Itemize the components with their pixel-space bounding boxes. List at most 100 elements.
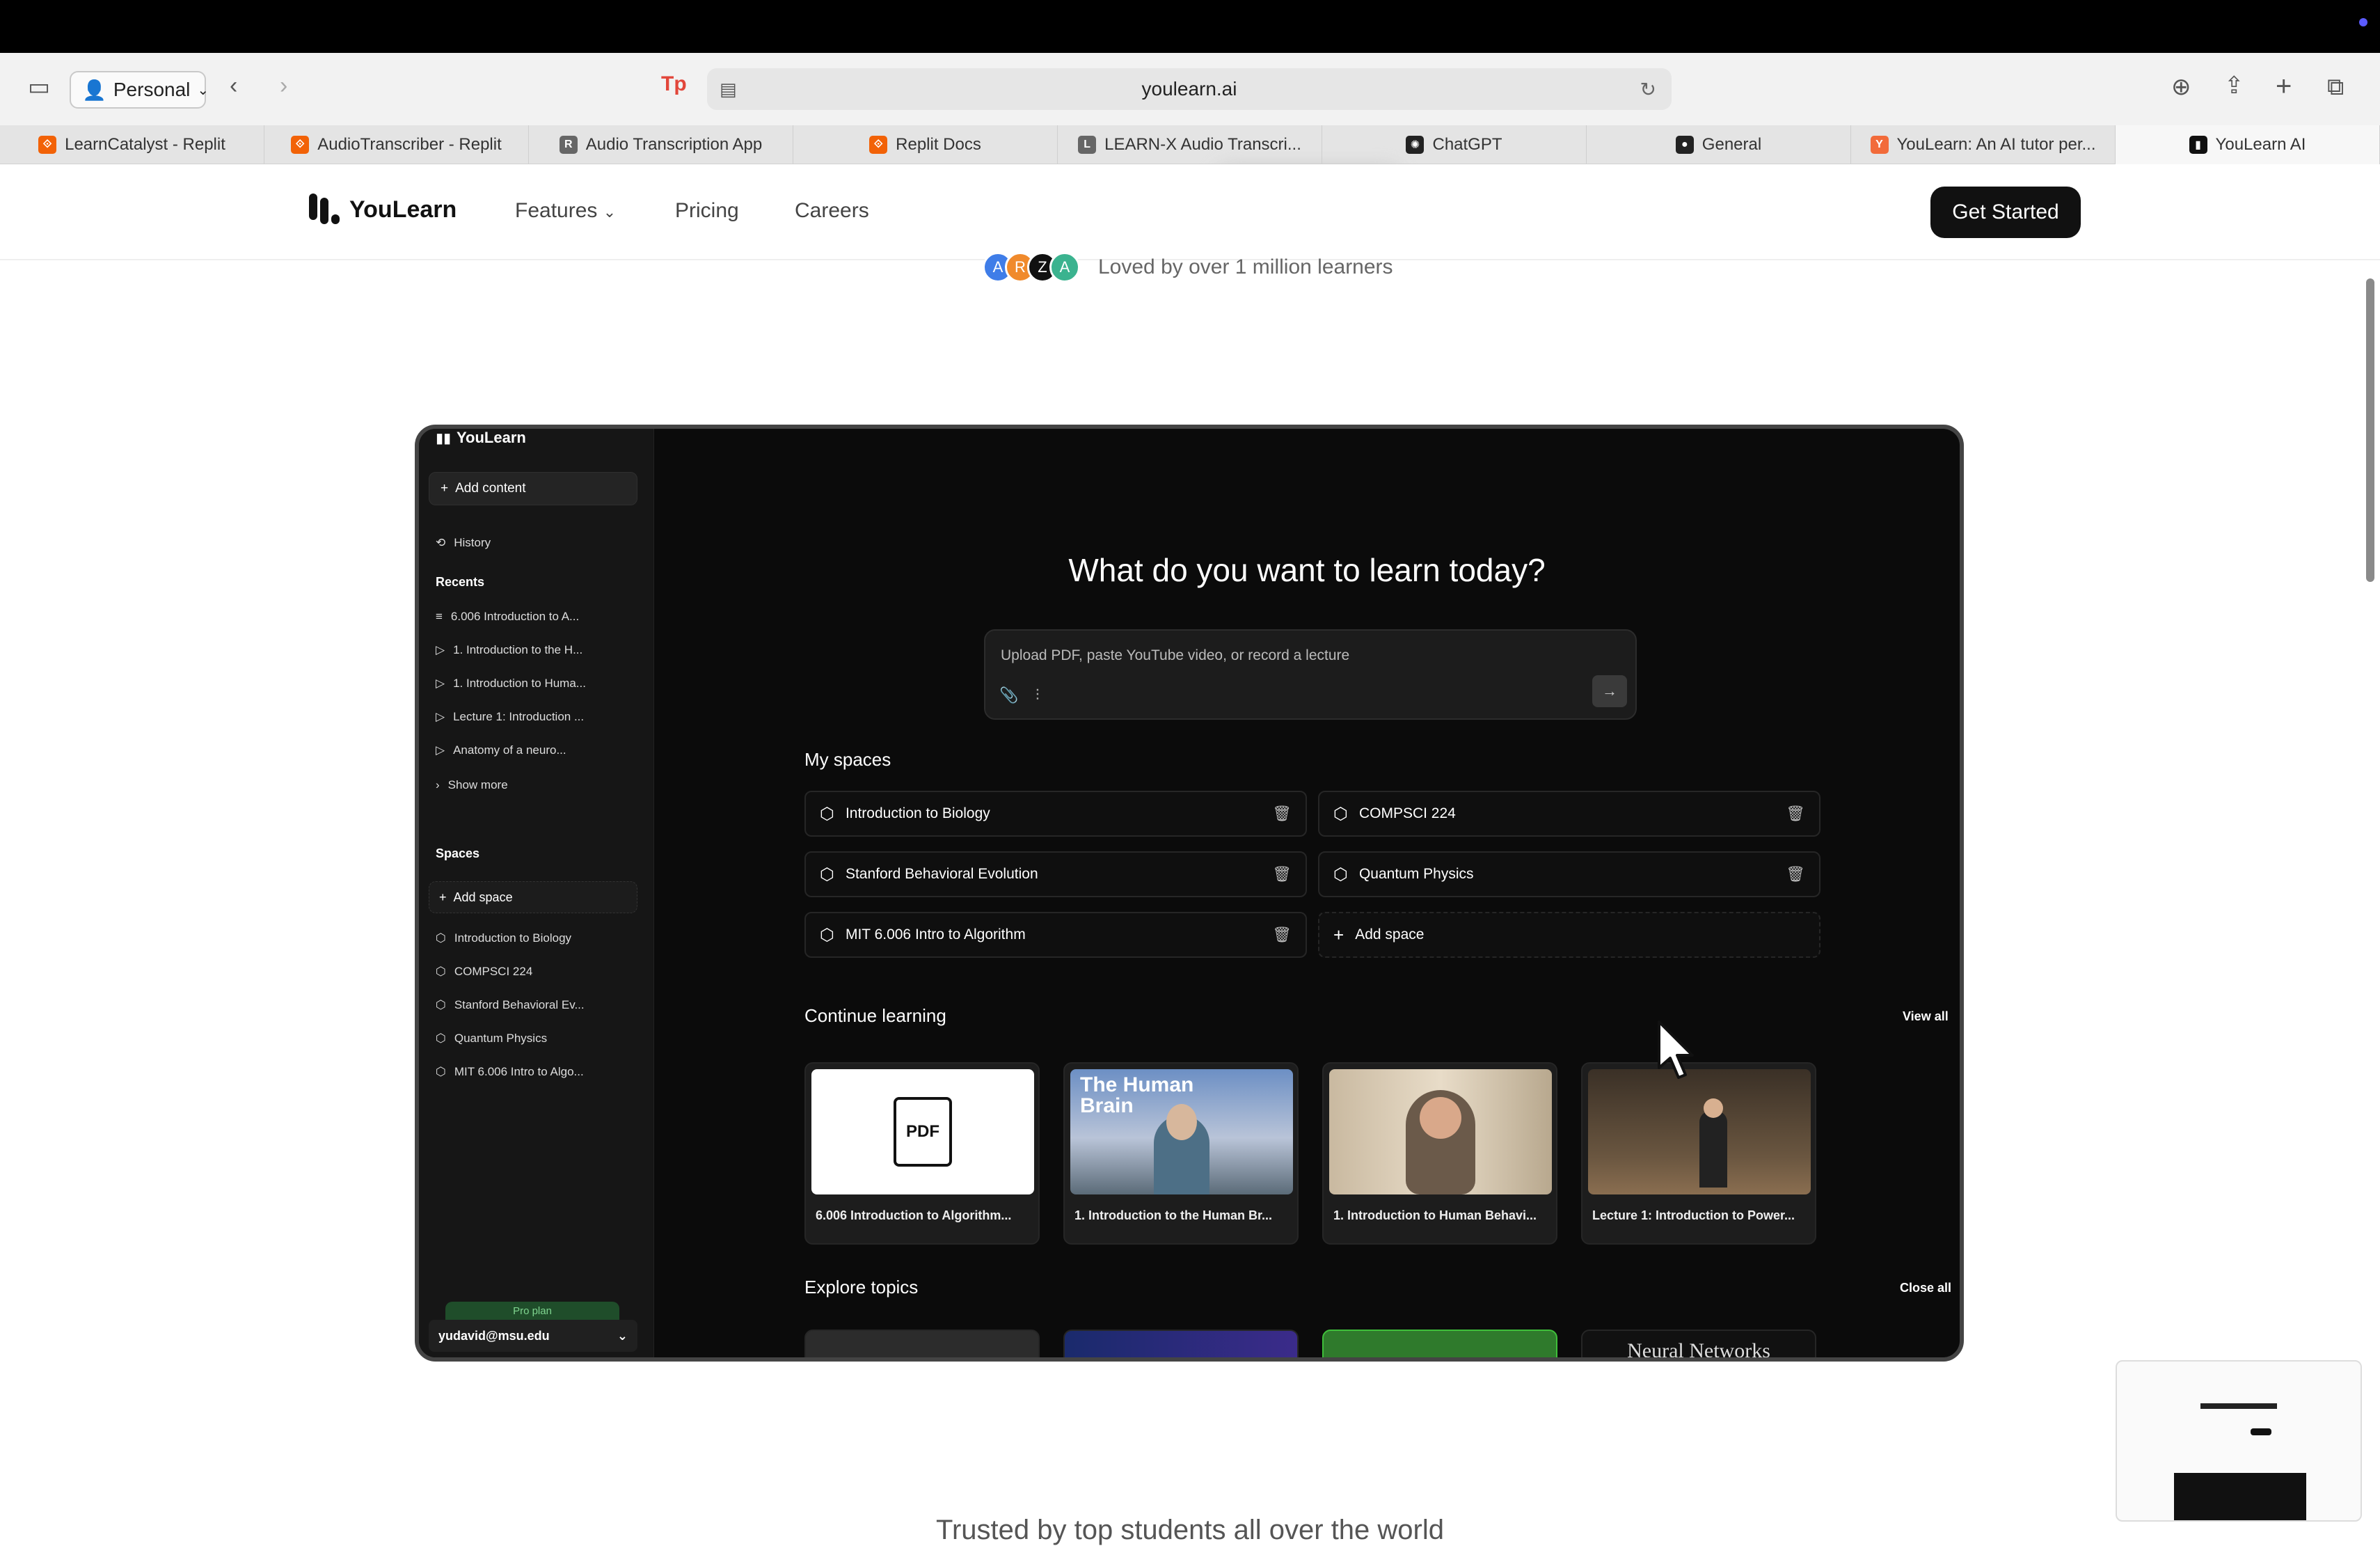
view-all-link[interactable]: View all (1903, 1009, 1949, 1024)
back-icon[interactable]: ‹ (230, 74, 237, 97)
browser-tab[interactable]: ● General (1587, 125, 1851, 164)
continue-card[interactable]: 1. Introduction to Human Behavi... (1322, 1062, 1557, 1245)
continue-card[interactable]: Lecture 1: Introduction to Power... (1581, 1062, 1816, 1245)
app-brand: YouLearn (457, 429, 526, 446)
profile-label: Personal (113, 79, 191, 100)
nav-features[interactable]: Features ⌄ (515, 199, 616, 223)
upload-input[interactable]: Upload PDF, paste YouTube video, or reco… (984, 629, 1637, 720)
continue-card-title: 1. Introduction to Human Behavi... (1333, 1208, 1537, 1222)
sidebar-space-label: Quantum Physics (454, 1032, 548, 1045)
show-more-label: Show more (447, 778, 508, 791)
trash-icon[interactable]: 🗑 (1272, 865, 1292, 883)
get-started-button[interactable]: Get Started (1930, 187, 2081, 238)
space-card[interactable]: ⬡ Introduction to Biology 🗑 (804, 791, 1307, 837)
history-icon: ⟲ (436, 536, 446, 549)
sidebar-space-item[interactable]: ⬡ COMPSCI 224 (436, 965, 532, 979)
space-card[interactable]: ⬡ Stanford Behavioral Evolution 🗑 (804, 851, 1307, 897)
trash-icon[interactable]: 🗑 (1272, 805, 1292, 823)
upload-placeholder: Upload PDF, paste YouTube video, or reco… (1001, 647, 1350, 663)
youlearn-logo[interactable]: YouLearn (308, 194, 457, 226)
lecturer-face (1420, 1097, 1461, 1139)
tab-overview-icon[interactable]: ⧉ (2327, 75, 2344, 99)
show-more-button[interactable]: › Show more (436, 778, 508, 792)
sidebar-space-label: MIT 6.006 Intro to Algo... (454, 1065, 584, 1078)
video-thumbnail (1329, 1069, 1552, 1194)
space-card[interactable]: ⬡ Quantum Physics 🗑 (1318, 851, 1820, 897)
page-thumbnail-preview[interactable] (2116, 1360, 2362, 1522)
sidebar-space-item[interactable]: ⬡ Quantum Physics (436, 1032, 547, 1046)
nav-features-label: Features (515, 199, 598, 222)
play-icon: ▷ (436, 710, 445, 723)
browser-tab[interactable]: ⟐ Replit Docs (793, 125, 1058, 164)
browser-tab[interactable]: L LEARN-X Audio Transcri... (1058, 125, 1322, 164)
cube-icon: ⬡ (1333, 804, 1348, 823)
forward-icon[interactable]: › (280, 74, 287, 97)
profile-button[interactable]: 👤 Personal ⌄ (70, 71, 209, 109)
continue-card[interactable]: The Human Brain 1. Introduction to the H… (1063, 1062, 1299, 1245)
close-all-link[interactable]: Close all (1900, 1281, 1951, 1295)
brand-name: YouLearn (349, 196, 457, 223)
lecturer-figure (1699, 1111, 1727, 1188)
sidebar-space-item[interactable]: ⬡ Stanford Behavioral Ev... (436, 998, 585, 1012)
recent-item[interactable]: ▷ 1. Introduction to the H... (436, 643, 582, 657)
recent-item[interactable]: ▷ Lecture 1: Introduction ... (436, 710, 584, 724)
tab-label: AudioTranscriber - Replit (317, 135, 502, 154)
user-email: yudavid@msu.edu (438, 1328, 550, 1343)
add-space-label: Add space (453, 890, 513, 904)
download-icon[interactable]: ⊕ (2171, 75, 2191, 99)
explore-card[interactable] (1063, 1330, 1299, 1357)
chevron-right-icon: › (436, 778, 440, 791)
nav-careers[interactable]: Careers (795, 199, 869, 223)
waveform-icon[interactable]: ⫶ (1036, 686, 1040, 704)
recent-item-label: Lecture 1: Introduction ... (453, 710, 585, 723)
continue-card-title: Lecture 1: Introduction to Power... (1592, 1208, 1795, 1222)
send-button[interactable]: → (1592, 675, 1627, 707)
share-icon[interactable]: ⇪ (2224, 74, 2244, 97)
user-account-menu[interactable]: yudavid@msu.edu ⌄ (429, 1320, 637, 1352)
new-tab-icon[interactable]: + (2276, 72, 2292, 100)
page-menu-icon[interactable]: ▤ (720, 79, 737, 100)
address-bar[interactable]: ▤ youlearn.ai ↻ (707, 68, 1672, 110)
nav-pricing[interactable]: Pricing (675, 199, 739, 223)
trash-icon[interactable]: 🗑 (1786, 865, 1805, 883)
sidebar-space-item[interactable]: ⬡ Introduction to Biology (436, 931, 571, 945)
status-dot-icon (2359, 18, 2367, 26)
explore-card[interactable] (804, 1330, 1040, 1357)
sidebar-space-item[interactable]: ⬡ MIT 6.006 Intro to Algo... (436, 1065, 584, 1079)
play-icon: ▷ (436, 743, 445, 757)
extension-icon[interactable]: Tp (661, 74, 687, 95)
explore-card[interactable]: Neural Networks (1581, 1330, 1816, 1357)
loved-text: Loved by over 1 million learners (1098, 255, 1393, 278)
sidebar-item-history[interactable]: ⟲ History (436, 536, 491, 550)
page-scrollbar[interactable] (2366, 278, 2374, 582)
site-header: YouLearn Features ⌄ Pricing Careers Get … (0, 164, 2380, 260)
continue-card[interactable]: PDF 6.006 Introduction to Algorithm... (804, 1062, 1040, 1245)
explore-card[interactable] (1322, 1330, 1557, 1357)
paperclip-icon[interactable]: 📎 (999, 686, 1018, 704)
space-card[interactable]: ⬡ MIT 6.006 Intro to Algorithm 🗑 (804, 912, 1307, 958)
space-card-label: Quantum Physics (1358, 866, 1474, 882)
tab-label: YouLearn AI (2215, 135, 2306, 154)
browser-tab[interactable]: ⟐ AudioTranscriber - Replit (264, 125, 529, 164)
reload-icon[interactable]: ↻ (1640, 78, 1656, 101)
recent-item-label: 1. Introduction to Huma... (453, 677, 586, 690)
add-space-card[interactable]: + Add space (1318, 912, 1820, 958)
sidebar-add-space-button[interactable]: + Add space (429, 881, 637, 913)
trash-icon[interactable]: 🗑 (1786, 805, 1805, 823)
space-card[interactable]: ⬡ COMPSCI 224 🗑 (1318, 791, 1820, 837)
recent-item[interactable]: ▷ 1. Introduction to Huma... (436, 677, 586, 691)
sidebar-toggle-icon[interactable]: ▭ (28, 75, 50, 99)
browser-tab[interactable]: ▮ YouLearn AI (2116, 125, 2380, 164)
browser-tab[interactable]: Y YouLearn: An AI tutor per... (1851, 125, 2116, 164)
pdf-icon-label: PDF (906, 1122, 939, 1141)
add-content-button[interactable]: + Add content (429, 472, 637, 505)
browser-tab[interactable]: ⟐ LearnCatalyst - Replit (0, 125, 264, 164)
recent-item-label: Anatomy of a neuro... (453, 743, 566, 757)
recent-item[interactable]: ▷ Anatomy of a neuro... (436, 743, 566, 757)
recent-item[interactable]: ≡ 6.006 Introduction to A... (436, 610, 579, 624)
trash-icon[interactable]: 🗑 (1272, 926, 1292, 944)
browser-tab[interactable]: R Audio Transcription App (529, 125, 793, 164)
mouse-cursor-icon (1658, 1020, 1694, 1079)
browser-tab[interactable]: ✺ ChatGPT (1322, 125, 1587, 164)
tab-label: LearnCatalyst - Replit (65, 135, 225, 154)
